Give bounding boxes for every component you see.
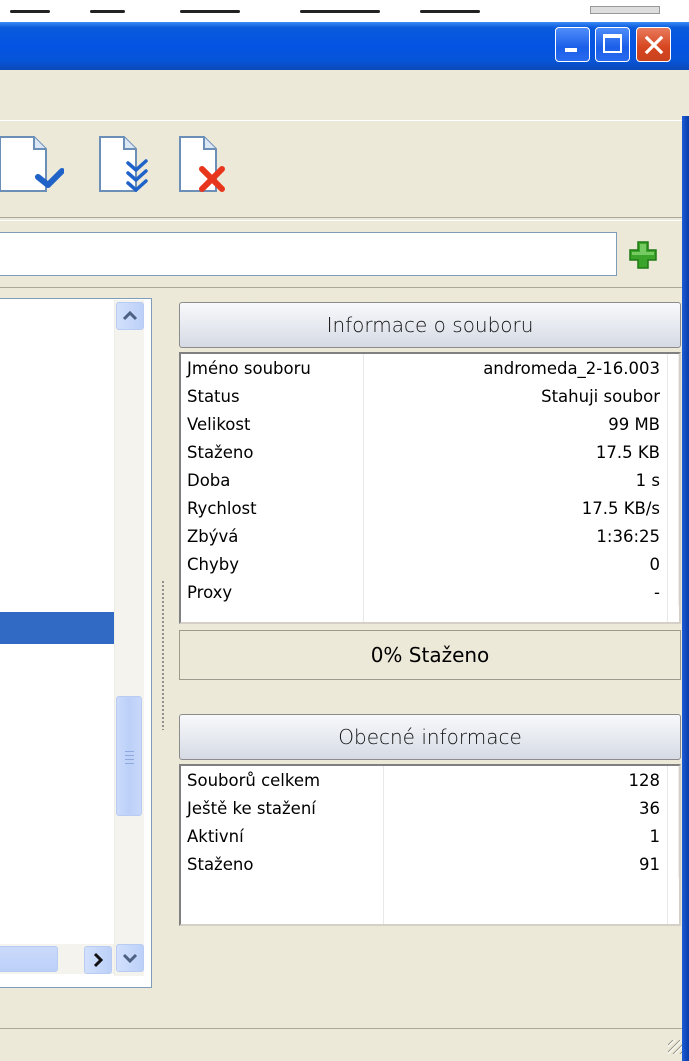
general-info-table: Souborů celkem 128 Ještě ke stažení 36 Akt… [179, 764, 681, 926]
remove-file-button[interactable] [178, 135, 225, 195]
row-label: Ještě ke stažení [181, 794, 384, 822]
row-value: 1 [383, 822, 679, 850]
download-all-button[interactable] [94, 135, 148, 195]
row-value: 1 s [363, 466, 679, 494]
row-label: Status [181, 382, 364, 410]
row-label: Zbývá [181, 522, 364, 550]
url-input[interactable] [0, 232, 617, 276]
vertical-scroll-thumb[interactable] [116, 696, 142, 816]
row-label: Jméno souboru [181, 354, 364, 382]
table-row: Zbývá 1:36:25 [181, 522, 679, 550]
row-value: - [363, 578, 679, 606]
progress-text: 0% Staženo [370, 643, 490, 667]
row-value: andromeda_2-16.003 [363, 354, 679, 382]
row-value: 0 [363, 550, 679, 578]
vertical-scrollbar[interactable] [114, 300, 144, 976]
download-file-icon [0, 136, 65, 192]
general-info-header[interactable]: Obecné informace [179, 714, 681, 760]
scroll-right-button[interactable] [84, 946, 112, 974]
row-label: Chyby [181, 550, 364, 578]
add-button[interactable] [626, 238, 660, 272]
table-row: Velikost 99 MB [181, 410, 679, 438]
row-label: Doba [181, 466, 364, 494]
file-info-header[interactable]: Informace o souboru [179, 302, 681, 348]
table-row: Staženo 91 [181, 850, 679, 878]
add-plus-icon [629, 241, 657, 269]
remove-file-icon [179, 136, 225, 192]
table-row: Proxy - [181, 578, 679, 606]
row-label: Staženo [181, 438, 364, 466]
table-row: Doba 1 s [181, 466, 679, 494]
chevron-down-icon [122, 953, 138, 964]
row-value: 99 MB [363, 410, 679, 438]
selected-list-item[interactable] [0, 612, 114, 644]
row-label: Aktivní [181, 822, 384, 850]
chevron-right-icon [93, 952, 104, 968]
row-label: Staženo [181, 850, 384, 878]
download-file-button[interactable] [0, 135, 65, 195]
menu-bar [0, 70, 689, 116]
window-border [682, 70, 689, 1061]
download-progress: 0% Staženo [179, 630, 681, 680]
download-all-icon [99, 136, 148, 192]
row-value: Stahuji soubor [363, 382, 679, 410]
pane-splitter[interactable] [160, 580, 166, 730]
close-button[interactable] [636, 27, 671, 62]
row-value: 17.5 KB [363, 438, 679, 466]
table-row: Aktivní 1 [181, 822, 679, 850]
table-row: Ještě ke stažení 36 [181, 794, 679, 822]
scroll-down-button[interactable] [116, 944, 144, 972]
row-value: 91 [383, 850, 679, 878]
row-value: 17.5 KB/s [363, 494, 679, 522]
row-value: 36 [383, 794, 679, 822]
table-row: Souborů celkem 128 [181, 766, 679, 794]
row-label: Velikost [181, 410, 364, 438]
maximize-icon [603, 34, 622, 53]
minimize-button[interactable] [555, 27, 590, 62]
row-value: 1:36:25 [363, 522, 679, 550]
row-label: Rychlost [181, 494, 364, 522]
minimize-icon [565, 48, 577, 52]
status-bar [0, 1028, 682, 1061]
table-row: Staženo 17.5 KB [181, 438, 679, 466]
row-label: Proxy [181, 578, 364, 606]
background-window-strip [0, 0, 689, 22]
chevron-up-icon [122, 310, 138, 321]
row-value: 128 [383, 766, 679, 794]
close-icon [644, 35, 664, 55]
table-row: Status Stahuji soubor [181, 382, 679, 410]
horizontal-scroll-thumb[interactable] [0, 946, 58, 972]
maximize-button[interactable] [595, 27, 630, 62]
row-label: Souborů celkem [181, 766, 384, 794]
table-row: Jméno souboru andromeda_2-16.003 [181, 354, 679, 382]
table-row: Chyby 0 [181, 550, 679, 578]
resize-grip-icon[interactable] [668, 1040, 682, 1054]
scroll-up-button[interactable] [116, 302, 144, 330]
file-info-table: Jméno souboru andromeda_2-16.003 Status St… [179, 352, 681, 624]
table-row: Rychlost 17.5 KB/s [181, 494, 679, 522]
